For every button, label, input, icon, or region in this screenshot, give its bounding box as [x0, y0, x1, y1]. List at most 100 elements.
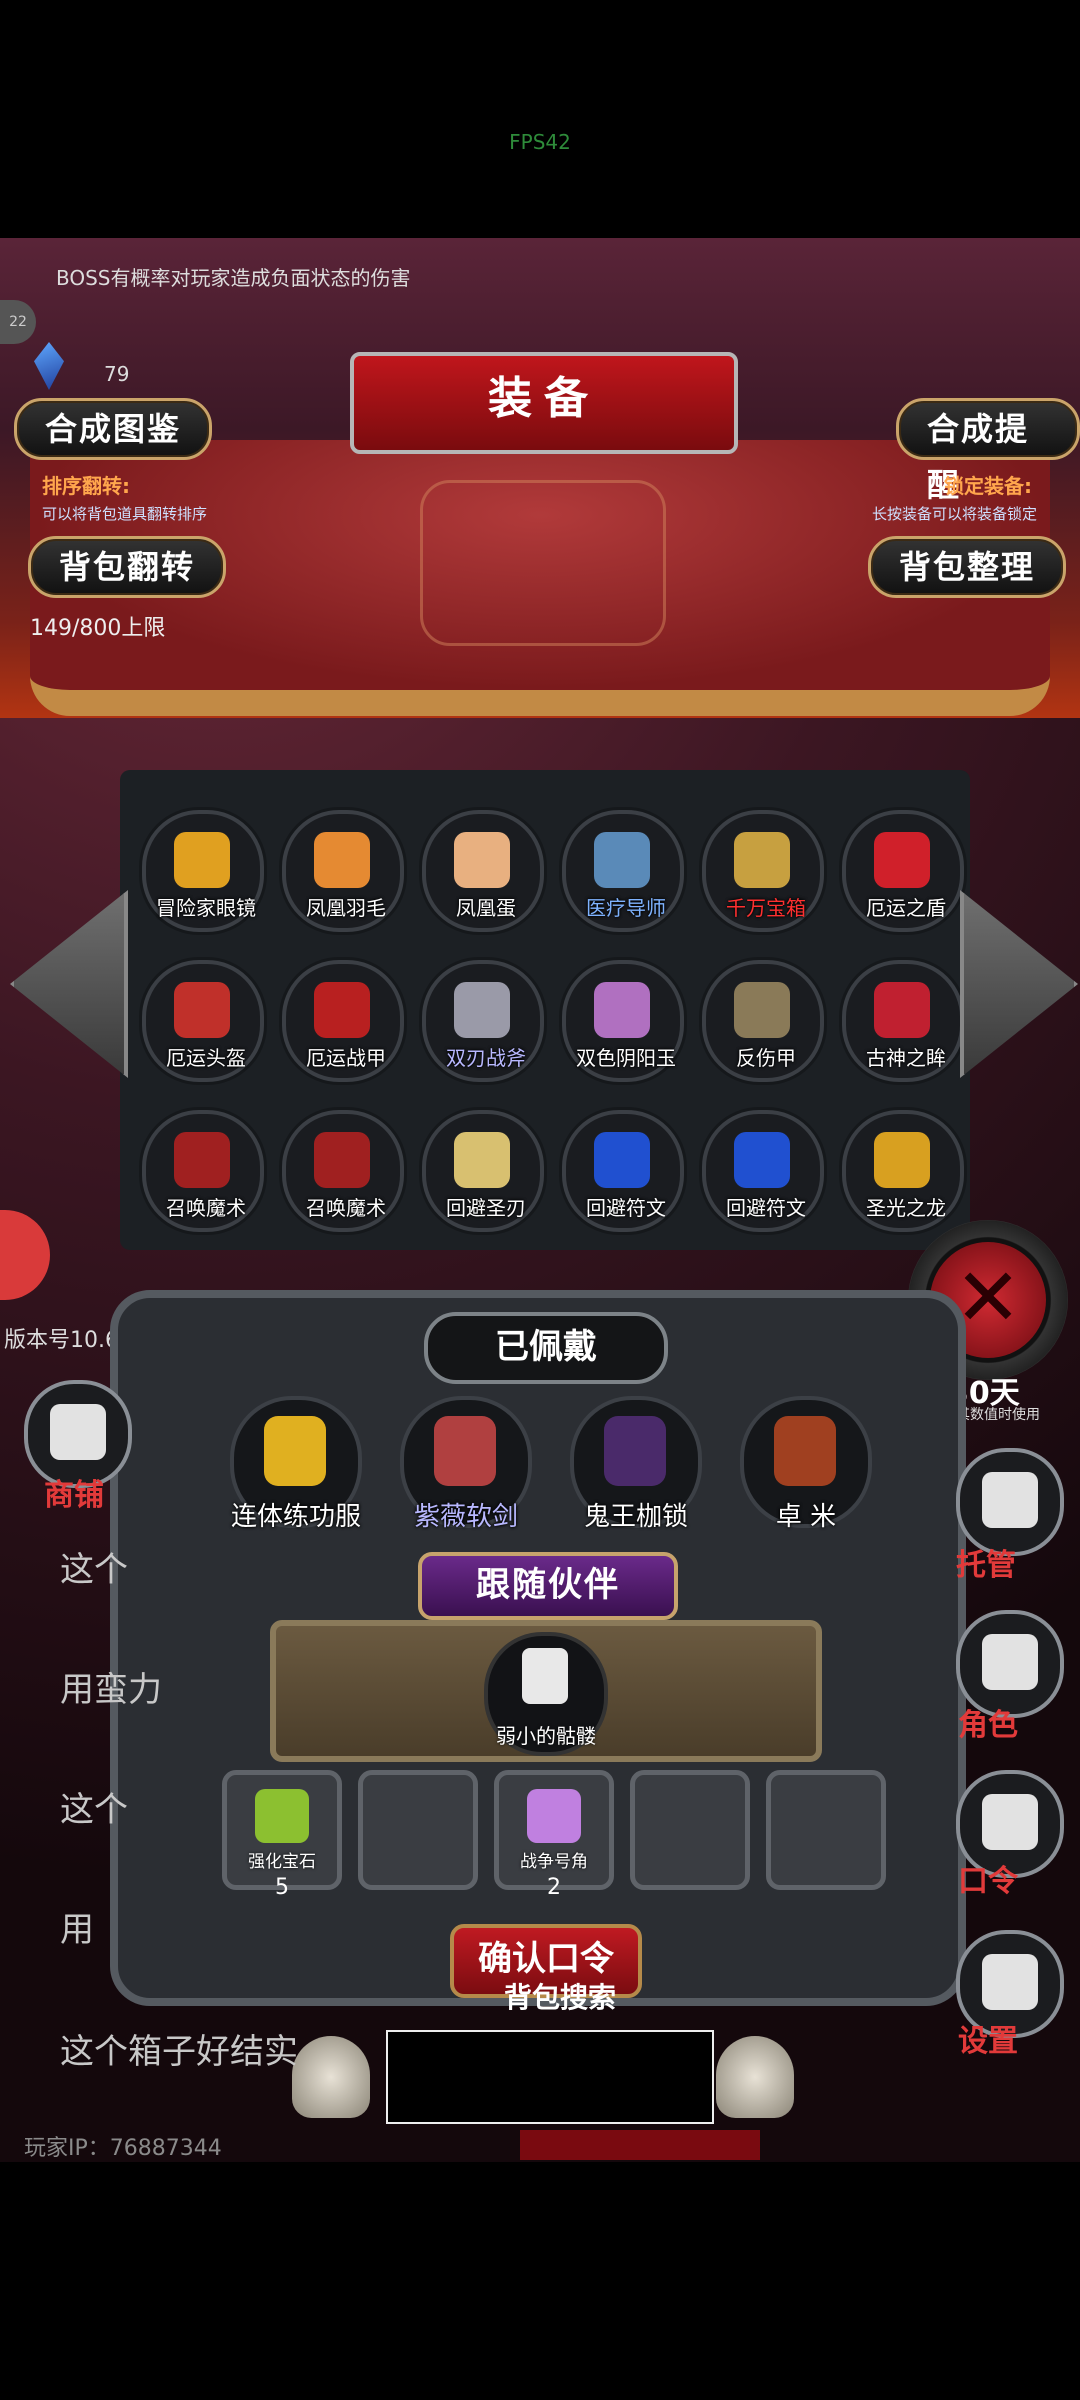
skull-right-icon: [716, 2036, 794, 2118]
inventory-item[interactable]: 厄运头盔: [142, 960, 264, 1082]
item-icon: [454, 832, 510, 888]
worn-item-icon: [774, 1416, 836, 1486]
worn-item[interactable]: 卓 米: [740, 1396, 872, 1532]
sort-flip-desc: 可以将背包道具翻转排序: [42, 505, 208, 523]
item-label: 厄运战甲: [306, 1046, 386, 1070]
material-slot[interactable]: [766, 1770, 886, 1890]
worn-item-icon: [264, 1416, 326, 1486]
inventory-item[interactable]: 双色阴阳玉: [562, 960, 684, 1082]
material-slot[interactable]: [630, 1770, 750, 1890]
fps-counter: FPS42: [509, 130, 571, 154]
backpack-capacity: 149/800上限: [30, 616, 166, 641]
companion-title: 跟随伙伴: [418, 1552, 678, 1620]
side-menu-label: 角色: [958, 1708, 1018, 1743]
backpack-search-label: 背包搜索: [503, 1981, 616, 2014]
timer-desc: 其数值时使用: [956, 1407, 1040, 1423]
item-icon: [454, 982, 510, 1038]
worn-item-icon: [604, 1416, 666, 1486]
item-icon: [874, 832, 930, 888]
inventory-item[interactable]: 医疗导师: [562, 810, 684, 932]
dice-icon: [982, 1472, 1038, 1528]
gear-icon: [982, 1954, 1038, 2010]
inventory-item[interactable]: 凤凰蛋: [422, 810, 544, 932]
item-icon: [734, 1132, 790, 1188]
item-label: 召唤魔术: [306, 1196, 386, 1220]
item-label: 双刃战斧: [446, 1046, 526, 1070]
inventory-item[interactable]: 冒险家眼镜: [142, 810, 264, 932]
synth-reminder-button[interactable]: 合成提醒: [896, 398, 1080, 504]
material-slot[interactable]: [358, 1770, 478, 1890]
synth-catalog-button[interactable]: 合成图鉴: [14, 398, 213, 460]
item-icon: [454, 1132, 510, 1188]
skeleton-icon: [522, 1648, 568, 1704]
inventory-item[interactable]: 凤凰羽毛: [282, 810, 404, 932]
book-icon: [982, 1794, 1038, 1850]
chat-line: 这个: [60, 1790, 128, 1830]
item-icon: [174, 982, 230, 1038]
inventory-item[interactable]: 古神之眸: [842, 960, 964, 1082]
side-menu-label: 托管: [956, 1548, 1016, 1583]
material-slot[interactable]: 强化宝石 5: [222, 1770, 342, 1900]
side-menu-label: 口令: [958, 1864, 1018, 1899]
item-icon: [314, 1132, 370, 1188]
inventory-item[interactable]: 回避圣刃: [422, 1110, 544, 1232]
announcement-text: BOSS有概率对玩家造成负面状态的伤害: [56, 266, 411, 290]
chat-line: 这个箱子好结实: [60, 2032, 298, 2072]
inventory-item[interactable]: 召唤魔术: [142, 1110, 264, 1232]
item-icon: [594, 1132, 650, 1188]
slot-item-icon: [255, 1789, 309, 1843]
item-label: 凤凰蛋: [456, 896, 516, 920]
material-slot[interactable]: 战争号角 2: [494, 1770, 614, 1900]
inventory-item[interactable]: 双刃战斧: [422, 960, 544, 1082]
item-icon: [594, 982, 650, 1038]
slot-item-count: 2: [547, 1875, 561, 1900]
item-label: 回避符文: [586, 1196, 666, 1220]
item-label: 双色阴阳玉: [576, 1046, 676, 1070]
item-label: 冒险家眼镜: [156, 896, 256, 920]
item-icon: [734, 832, 790, 888]
inventory-item[interactable]: 圣光之龙: [842, 1110, 964, 1232]
item-label: 古神之眸: [866, 1046, 946, 1070]
slot-item-icon: [527, 1789, 581, 1843]
hooded-character-icon: [982, 1634, 1038, 1690]
crossed-swords-emblem-icon: [420, 480, 666, 646]
item-label: 厄运之盾: [866, 896, 946, 920]
companion-slot[interactable]: 弱小的骷髅: [484, 1632, 608, 1756]
player-ip: 玩家IP：76887344: [24, 2136, 222, 2161]
lock-equip-desc: 长按装备可以将装备锁定: [872, 505, 1038, 523]
companion-name: 弱小的骷髅: [496, 1724, 596, 1748]
chat-line: 用蛮力: [60, 1670, 162, 1710]
worn-item-icon: [434, 1416, 496, 1486]
chat-line: 这个: [60, 1550, 128, 1590]
item-label: 千万宝箱: [726, 896, 806, 920]
inventory-item[interactable]: 厄运之盾: [842, 810, 964, 932]
item-icon: [314, 982, 370, 1038]
item-icon: [174, 832, 230, 888]
item-label: 凤凰羽毛: [306, 896, 386, 920]
worn-item[interactable]: 鬼王枷锁: [570, 1396, 702, 1532]
item-label: 召唤魔术: [166, 1196, 246, 1220]
item-label: 圣光之龙: [866, 1196, 946, 1220]
backpack-search-input[interactable]: [386, 2030, 714, 2124]
inventory-item[interactable]: 反伤甲: [702, 960, 824, 1082]
slot-item-count: 5: [275, 1875, 289, 1900]
lock-equip-title: 锁定装备:: [944, 474, 1032, 498]
backpack-tidy-button[interactable]: 背包整理: [868, 536, 1067, 598]
inventory-item[interactable]: 厄运战甲: [282, 960, 404, 1082]
worn-item-label: 卓 米: [775, 1502, 837, 1532]
chat-line: 用: [60, 1910, 94, 1950]
inventory-item[interactable]: 回避符文: [702, 1110, 824, 1232]
item-label: 回避符文: [726, 1196, 806, 1220]
worn-item[interactable]: 连体练功服: [230, 1396, 362, 1532]
inventory-item[interactable]: 召唤魔术: [282, 1110, 404, 1232]
backpack-flip-button[interactable]: 背包翻转: [28, 536, 227, 598]
inventory-item[interactable]: 千万宝箱: [702, 810, 824, 932]
worn-item[interactable]: 紫薇软剑: [400, 1396, 532, 1532]
slot-item-label: 强化宝石: [248, 1852, 316, 1872]
shop-icon: [50, 1404, 106, 1460]
inventory-item[interactable]: 回避符文: [562, 1110, 684, 1232]
page-title: 装备: [488, 373, 600, 424]
item-icon: [174, 1132, 230, 1188]
item-label: 反伤甲: [736, 1046, 796, 1070]
skull-left-icon: [292, 2036, 370, 2118]
